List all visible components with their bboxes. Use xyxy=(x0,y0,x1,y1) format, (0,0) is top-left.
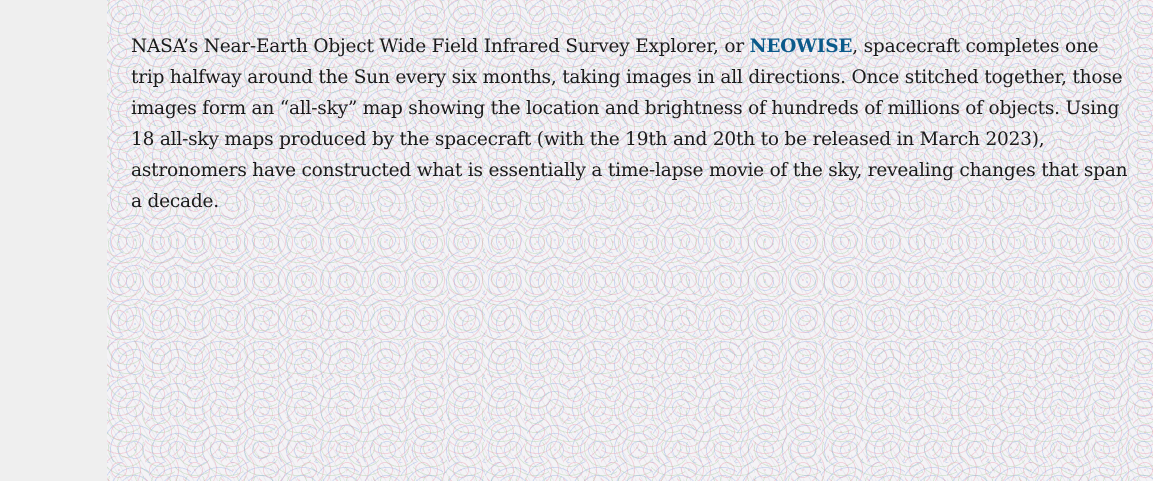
paragraph-text-after-link: , spacecraft completes one trip halfway … xyxy=(131,36,1128,212)
neowise-link[interactable]: NEOWISE xyxy=(750,36,853,57)
left-gutter xyxy=(0,0,107,481)
article-paragraph: NASA’s Near-Earth Object Wide Field Infr… xyxy=(131,31,1131,217)
paragraph-text-before-link: NASA’s Near-Earth Object Wide Field Infr… xyxy=(131,36,750,57)
